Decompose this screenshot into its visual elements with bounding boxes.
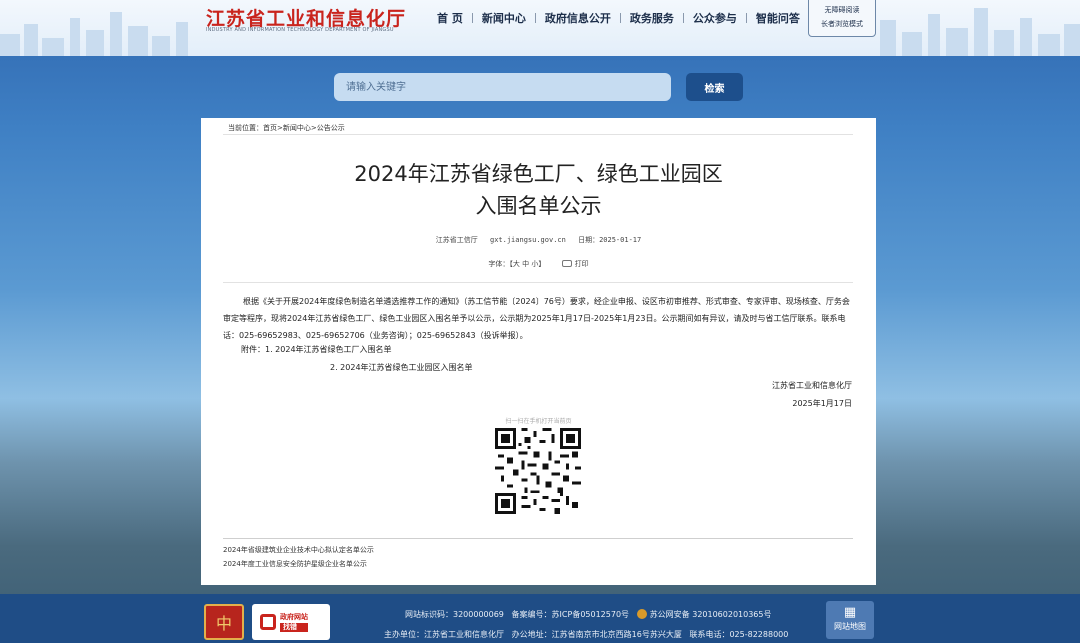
divider bbox=[223, 538, 853, 539]
article-site: gxt.jiangsu.gov.cn bbox=[489, 236, 566, 244]
article-source: 江苏省工信厅 bbox=[435, 236, 478, 244]
find-error-text: 政府网站 找错 bbox=[280, 613, 308, 632]
article-title-line1: 2024年江苏省绿色工厂、绿色工业园区 bbox=[354, 162, 723, 186]
nav-smart-qa[interactable]: 智能问答 bbox=[747, 10, 809, 26]
print-button[interactable]: 打印 bbox=[561, 260, 589, 268]
find-error-badge[interactable]: 政府网站 找错 bbox=[252, 604, 330, 640]
skyline-decoration bbox=[0, 8, 1080, 56]
contact-phone: 联系电话：025-82288000 bbox=[689, 630, 789, 639]
elder-mode-link[interactable]: 长者浏览模式 bbox=[809, 17, 875, 31]
icp-record[interactable]: 备案编号：苏ICP备05012570号 bbox=[512, 610, 630, 619]
breadcrumb[interactable]: 当前位置：首页>新闻中心>公告公示 bbox=[228, 123, 345, 133]
site-subtitle: INDUSTRY AND INFORMATION TECHNOLOGY DEPA… bbox=[206, 27, 394, 33]
article-title: 2024年江苏省绿色工厂、绿色工业园区 入围名单公示 bbox=[201, 158, 876, 222]
site-header: 江苏省工业和信息化厅 INDUSTRY AND INFORMATION TECH… bbox=[0, 0, 1080, 56]
related-link-2[interactable]: 2024年度工业信息安全防护星级企业名单公示 bbox=[223, 559, 367, 569]
nav-home[interactable]: 首 页 bbox=[428, 10, 472, 26]
article-title-line2: 入围名单公示 bbox=[475, 194, 602, 218]
search-input[interactable] bbox=[334, 73, 671, 101]
police-badge-icon bbox=[636, 609, 647, 619]
divider bbox=[223, 134, 853, 135]
host-org: 主办单位：江苏省工业和信息化厅 bbox=[384, 630, 504, 639]
site-id: 网站标识码：3200000069 bbox=[405, 610, 504, 619]
print-label: 打印 bbox=[574, 260, 589, 268]
footer-line-2: 主办单位：江苏省工业和信息化厅 办公地址：江苏省南京市北京西路16号苏兴大厦 联… bbox=[384, 629, 788, 640]
party-emblem-icon: 中 bbox=[215, 614, 232, 633]
find-error-logo-icon bbox=[260, 614, 276, 630]
article-body: 根据《关于开展2024年度绿色制造名单遴选推荐工作的通知》（苏工信节能〔2024… bbox=[223, 297, 850, 340]
article-card: 当前位置：首页>新闻中心>公告公示 2024年江苏省绿色工厂、绿色工业园区 入围… bbox=[201, 118, 876, 585]
sitemap-button[interactable]: ▦ 网站地图 bbox=[826, 601, 874, 639]
find-error-title: 政府网站 bbox=[280, 612, 308, 621]
article-signer: 江苏省工业和信息化厅 bbox=[772, 381, 852, 390]
site-footer: 中 政府网站 找错 网站标识码：3200000069 备案编号：苏ICP备050… bbox=[0, 594, 1080, 643]
accessibility-panel: 无障碍阅读 长者浏览模式 bbox=[808, 0, 876, 37]
sitemap-label: 网站地图 bbox=[834, 622, 866, 631]
footer-line-1: 网站标识码：3200000069 备案编号：苏ICP备05012570号 苏公网… bbox=[405, 609, 772, 620]
nav-gov-info[interactable]: 政府信息公开 bbox=[536, 10, 620, 26]
gov-badge[interactable]: 中 bbox=[204, 604, 244, 640]
related-link-1[interactable]: 2024年省级建筑业企业技术中心拟认定名单公示 bbox=[223, 545, 374, 555]
article-date: 日期：2025-01-17 bbox=[578, 236, 642, 244]
nav-news-center[interactable]: 新闻中心 bbox=[473, 10, 535, 26]
article-tools: 字体：【大 中 小】 打印 bbox=[201, 259, 876, 269]
qr-code bbox=[495, 428, 581, 514]
qr-caption: 扫一扫在手机打开当前页 bbox=[505, 418, 572, 425]
printer-icon bbox=[561, 260, 572, 267]
map-icon: ▦ bbox=[843, 605, 857, 620]
article-sign-date: 2025年1月17日 bbox=[792, 399, 852, 408]
accessible-reading-link[interactable]: 无障碍阅读 bbox=[809, 3, 875, 17]
find-error-sub: 找错 bbox=[280, 622, 308, 632]
article-meta: 江苏省工信厅 gxt.jiangsu.gov.cn 日期：2025-01-17 bbox=[201, 235, 876, 245]
attachment-link-2[interactable]: 2. 2024年江苏省绿色工业园区入围名单 bbox=[330, 362, 473, 373]
font-size-switch[interactable]: 字体：【大 中 小】 bbox=[488, 260, 545, 268]
main-nav: 首 页 新闻中心 政府信息公开 政务服务 公众参与 智能问答 bbox=[428, 10, 809, 26]
police-record[interactable]: 苏公网安备 32010602010365号 bbox=[650, 610, 772, 619]
nav-gov-services[interactable]: 政务服务 bbox=[621, 10, 683, 26]
nav-public-participation[interactable]: 公众参与 bbox=[684, 10, 746, 26]
search-button[interactable]: 检索 bbox=[686, 73, 743, 101]
attachment-link-1[interactable]: 附件：1. 2024年江苏省绿色工厂入围名单 bbox=[241, 344, 392, 355]
divider bbox=[223, 282, 853, 283]
office-address: 办公地址：江苏省南京市北京西路16号苏兴大厦 bbox=[511, 630, 682, 639]
